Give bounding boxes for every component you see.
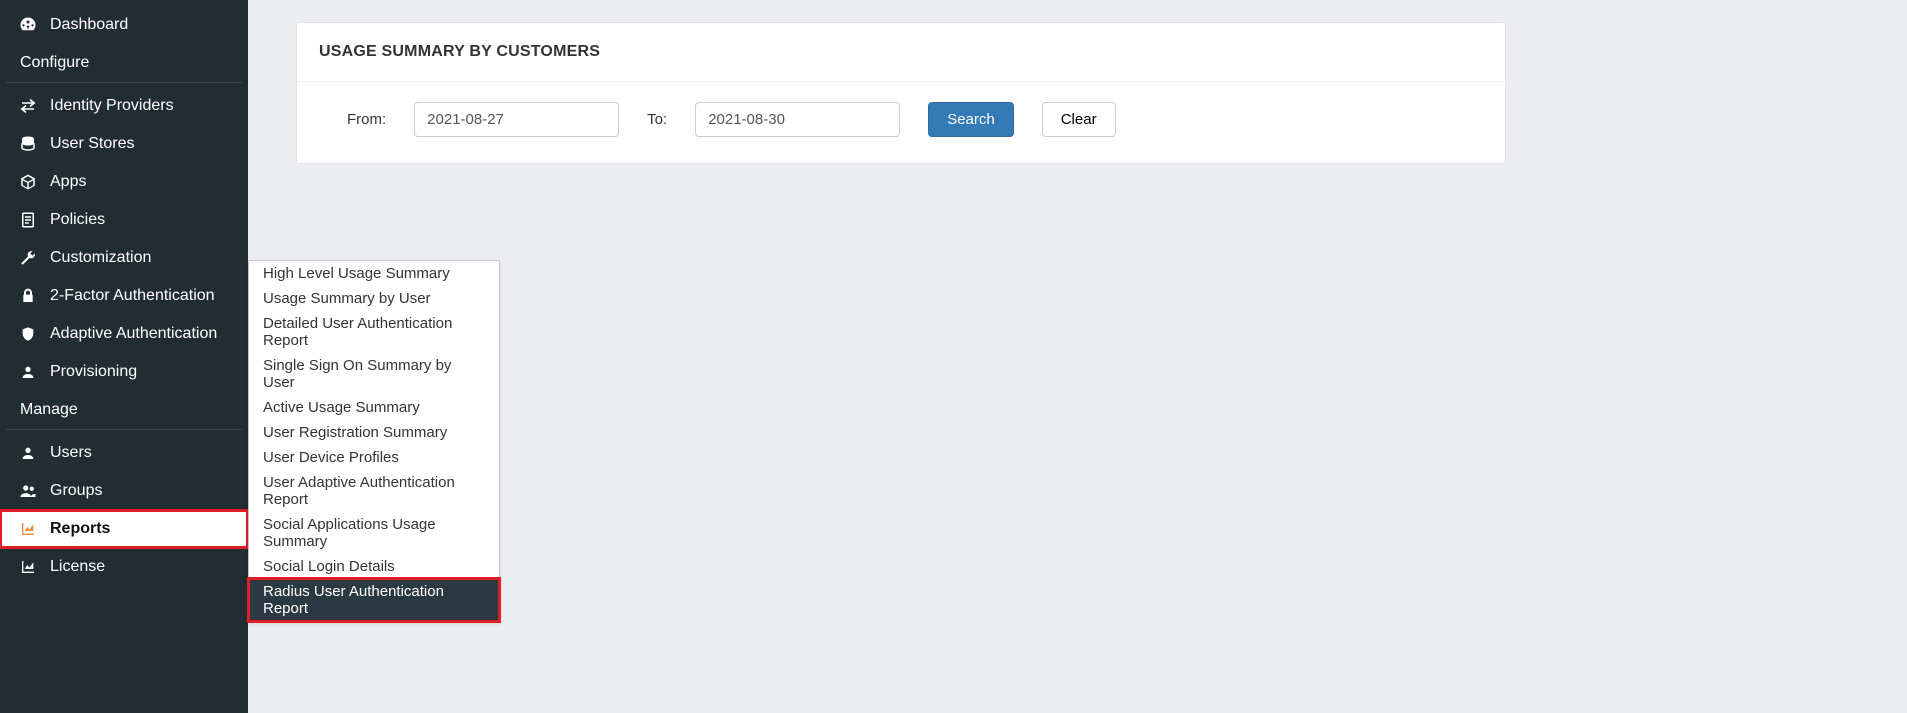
lock-icon xyxy=(16,287,40,305)
reports-submenu: High Level Usage Summary Usage Summary b… xyxy=(248,260,500,622)
submenu-item[interactable]: User Device Profiles xyxy=(249,445,499,470)
sidebar-item-label: Groups xyxy=(50,482,102,500)
sidebar-item-label: Provisioning xyxy=(50,363,137,381)
sidebar-item-label: Identity Providers xyxy=(50,97,174,115)
submenu-item[interactable]: Detailed User Authentication Report xyxy=(249,311,499,353)
sidebar-item-label: Customization xyxy=(50,249,151,267)
sidebar-item-identity-providers[interactable]: Identity Providers xyxy=(0,87,248,125)
sidebar: Dashboard Configure Identity Providers U… xyxy=(0,0,248,713)
sidebar-item-policies[interactable]: Policies xyxy=(0,201,248,239)
panel-title: USAGE SUMMARY BY CUSTOMERS xyxy=(297,23,1505,82)
sidebar-item-dashboard[interactable]: Dashboard xyxy=(0,6,248,44)
search-button[interactable]: Search xyxy=(928,102,1014,137)
submenu-item[interactable]: Usage Summary by User xyxy=(249,286,499,311)
users-icon xyxy=(16,482,40,500)
sidebar-item-customization[interactable]: Customization xyxy=(0,239,248,277)
sidebar-item-groups[interactable]: Groups xyxy=(0,472,248,510)
user-icon xyxy=(16,363,40,381)
sidebar-item-label: Users xyxy=(50,444,92,462)
submenu-item[interactable]: Active Usage Summary xyxy=(249,395,499,420)
sidebar-section-manage: Manage xyxy=(6,391,242,430)
filter-form: From: To: Search Clear xyxy=(297,82,1505,163)
submenu-item-radius-report[interactable]: Radius User Authentication Report xyxy=(249,579,499,621)
to-label: To: xyxy=(647,111,667,128)
sidebar-item-label: License xyxy=(50,558,105,576)
sidebar-item-2fa[interactable]: 2-Factor Authentication xyxy=(0,277,248,315)
shield-icon xyxy=(16,325,40,343)
submenu-item[interactable]: User Registration Summary xyxy=(249,420,499,445)
sidebar-section-configure: Configure xyxy=(6,44,242,83)
sidebar-item-label: User Stores xyxy=(50,135,134,153)
submenu-item[interactable]: Social Login Details xyxy=(249,554,499,579)
to-date-input[interactable] xyxy=(695,102,900,137)
submenu-item[interactable]: High Level Usage Summary xyxy=(249,261,499,286)
submenu-item[interactable]: User Adaptive Authentication Report xyxy=(249,470,499,512)
clear-button[interactable]: Clear xyxy=(1042,102,1116,137)
sidebar-item-license[interactable]: License xyxy=(0,548,248,586)
from-date-input[interactable] xyxy=(414,102,619,137)
cube-icon xyxy=(16,173,40,191)
gauge-icon xyxy=(16,16,40,34)
sidebar-item-label: Policies xyxy=(50,211,105,229)
exchange-icon xyxy=(16,97,40,115)
sidebar-item-label: Adaptive Authentication xyxy=(50,325,217,343)
usage-summary-panel: USAGE SUMMARY BY CUSTOMERS From: To: Sea… xyxy=(296,22,1506,164)
sidebar-item-users[interactable]: Users xyxy=(0,434,248,472)
wrench-icon xyxy=(16,249,40,267)
sidebar-item-label: Apps xyxy=(50,173,86,191)
sidebar-item-apps[interactable]: Apps xyxy=(0,163,248,201)
main-content: USAGE SUMMARY BY CUSTOMERS From: To: Sea… xyxy=(248,0,1907,186)
sidebar-item-provisioning[interactable]: Provisioning xyxy=(0,353,248,391)
document-icon xyxy=(16,211,40,229)
submenu-item[interactable]: Single Sign On Summary by User xyxy=(249,353,499,395)
from-label: From: xyxy=(347,111,386,128)
sidebar-item-adaptive-auth[interactable]: Adaptive Authentication xyxy=(0,315,248,353)
sidebar-item-label: Dashboard xyxy=(50,16,128,34)
user-icon xyxy=(16,444,40,462)
sidebar-item-label: 2-Factor Authentication xyxy=(50,287,215,305)
area-chart-icon xyxy=(16,521,40,537)
submenu-item[interactable]: Social Applications Usage Summary xyxy=(249,512,499,554)
sidebar-item-reports[interactable]: Reports xyxy=(0,510,248,548)
area-chart-icon xyxy=(16,559,40,575)
sidebar-item-user-stores[interactable]: User Stores xyxy=(0,125,248,163)
sidebar-item-label: Reports xyxy=(50,520,110,538)
database-icon xyxy=(16,135,40,153)
